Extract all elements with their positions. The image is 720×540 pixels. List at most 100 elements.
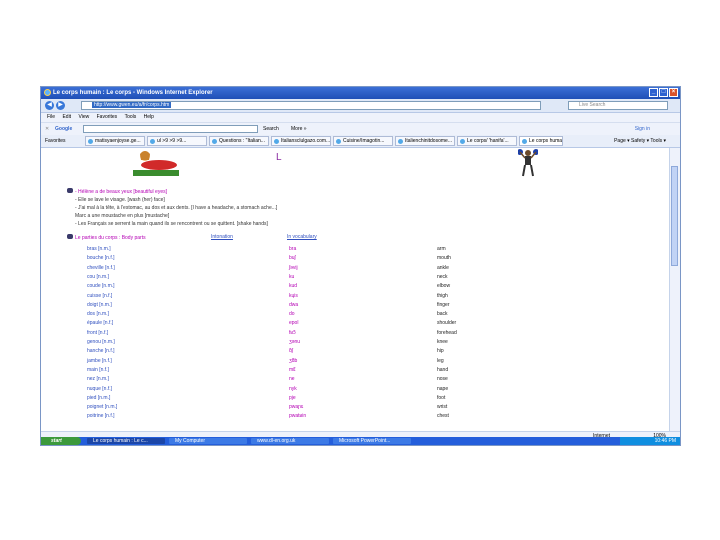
google-more-button[interactable]: More » (291, 123, 307, 135)
intro-line: - Les Français se serrent la main quand … (75, 221, 268, 227)
taskbar-item[interactable]: My Computer (169, 438, 247, 444)
vertical-scrollbar[interactable] (669, 148, 680, 431)
table-cell-french[interactable]: main [n.f.] (87, 366, 109, 375)
table-cell-french[interactable]: coude [n.m.] (87, 282, 115, 291)
intro-line: - Elle se lave le visage. [wash (her) fa… (75, 197, 165, 203)
table-cell-phonetic: kɥis (289, 292, 298, 299)
tab[interactable]: Questions : "Italian... (209, 136, 269, 146)
menu-view[interactable]: View (78, 114, 89, 120)
table-cell-french[interactable]: cuisse [n.f.] (87, 292, 112, 301)
table-cell-french[interactable]: pied [n.m.] (87, 394, 110, 403)
intro-line: - Hélène a de beaux yeux [beautiful eyes… (67, 188, 277, 196)
menu-favorites[interactable]: Favorites (97, 114, 118, 120)
table-cell-english: hip (437, 348, 444, 355)
table-cell-phonetic: mɛ̃ (289, 366, 296, 373)
table-cell-french[interactable]: dos [n.m.] (87, 310, 109, 319)
table-cell-french[interactable]: jambe [n.f.] (87, 357, 112, 366)
sign-in-link[interactable]: Sign in (635, 123, 650, 135)
table-cell-phonetic: ʒɑ̃b (289, 357, 298, 364)
table-cell-english: nose (437, 376, 448, 383)
table-cell-phonetic: ʒənu (289, 339, 301, 345)
table-cell-french[interactable]: nez [n.m.] (87, 375, 109, 384)
table-cell-phonetic: pwaɲɛ (289, 404, 304, 411)
browser-window: Le corps humain : Le corps - Windows Int… (40, 86, 681, 446)
taskbar-item[interactable]: Le corps humain : Le c... (87, 438, 165, 444)
cheerleader-illustration (518, 149, 538, 177)
tab[interactable]: matisyaenjoyse.ge... (85, 136, 145, 146)
minimize-icon[interactable]: _ (649, 88, 658, 97)
intro-examples: - Hélène a de beaux yeux [beautiful eyes… (67, 188, 277, 228)
tab[interactable]: Italienchinitdosome... (395, 136, 455, 146)
table-cell-french[interactable]: poignet [n.m.] (87, 403, 117, 412)
taskbar-item[interactable]: www.dl-en.org.uk (251, 438, 329, 444)
google-search-input[interactable] (83, 125, 258, 133)
section-link-2[interactable]: In vocabulary (287, 234, 317, 240)
title-bar: Le corps humain : Le corps - Windows Int… (41, 87, 680, 99)
table-cell-phonetic: dwa (289, 301, 299, 308)
close-icon[interactable]: × (669, 88, 678, 97)
table-cell-phonetic: ʃəvij (289, 264, 298, 271)
table-cell-phonetic: ne (289, 376, 295, 383)
search-input[interactable]: Live Search (568, 101, 668, 110)
table-row: jambe [n.f.] ʒɑ̃b leg (87, 357, 507, 366)
start-button[interactable]: start (41, 437, 81, 445)
table-cell-phonetic: ku (289, 273, 295, 280)
menu-help[interactable]: Help (144, 114, 154, 120)
table-cell-english: back (437, 311, 448, 318)
intro-line: - J'ai mal à la tête, à l'estomac, au do… (75, 205, 278, 211)
table-row: coude [n.m.] kud elbow (87, 282, 507, 291)
page-letter: L (276, 152, 282, 163)
lady-illustration (133, 151, 179, 176)
back-icon[interactable]: ◀ (45, 101, 54, 110)
table-cell-french[interactable]: genou [n.m.] (87, 338, 115, 347)
table-row: main [n.f.] mɛ̃ hand (87, 366, 507, 375)
table-cell-phonetic: pje (289, 394, 296, 401)
table-cell-english: nape (437, 385, 449, 392)
menu-file[interactable]: File (47, 114, 55, 120)
table-cell-french[interactable]: poitrine [n.f.] (87, 412, 115, 421)
command-bar[interactable]: Page ▾ Safety ▾ Tools ▾ (614, 138, 666, 144)
table-cell-french[interactable]: cheville [n.f.] (87, 264, 115, 273)
table-row: pied [n.m.] pje foot (87, 394, 507, 403)
tab[interactable]: Italiansclulgazo.com... (271, 136, 331, 146)
scrollbar-thumb[interactable] (671, 166, 678, 266)
table-cell-phonetic: kud (289, 283, 298, 290)
table-row: genou [n.m.] ʒənu knee (87, 338, 507, 347)
table-cell-french[interactable]: hanche [n.f.] (87, 347, 115, 356)
tab[interactable]: ul >9 >9 >9... (147, 136, 207, 146)
favorites-button[interactable]: Favorites (45, 138, 66, 144)
speaker-icon[interactable] (67, 188, 73, 193)
window-title: Le corps humain : Le corps - Windows Int… (53, 90, 213, 96)
table-cell-phonetic: do (289, 311, 295, 318)
menu-tools[interactable]: Tools (125, 114, 137, 120)
taskbar-item[interactable]: Microsoft PowerPoint... (333, 438, 411, 444)
table-cell-french[interactable]: nuque [n.f.] (87, 385, 112, 394)
table-cell-french[interactable]: épaule [n.f.] (87, 319, 113, 328)
google-search-button[interactable]: Search (263, 123, 279, 135)
maximize-icon[interactable]: □ (659, 88, 668, 97)
table-cell-french[interactable]: doigt [n.m.] (87, 301, 112, 310)
tab[interactable]: Cuisine/Imagotin... (333, 136, 393, 146)
close-toolbar-icon[interactable]: ✕ (45, 123, 49, 135)
tab-active[interactable]: Le corps humain... (519, 136, 563, 146)
clock: 10:46 PM (654, 438, 676, 444)
table-cell-french[interactable]: bouche [n.f.] (87, 254, 115, 263)
table-row: doigt [n.m.] dwa finger (87, 301, 507, 310)
speaker-icon[interactable] (67, 234, 73, 239)
section-link-1[interactable]: Intonation (211, 234, 233, 240)
table-row: bras [n.m.] bra arm (87, 245, 507, 254)
table-cell-french[interactable]: front [n.f.] (87, 329, 108, 338)
table-row: nez [n.m.] ne nose (87, 375, 507, 384)
table-row: poignet [n.m.] pwaɲɛ wrist (87, 403, 507, 412)
url-input[interactable]: http://www.gwen.eu/a/fr/corps.htm (81, 101, 541, 110)
table-cell-french[interactable]: bras [n.m.] (87, 245, 111, 254)
menu-edit[interactable]: Edit (62, 114, 71, 120)
forward-icon[interactable]: ▶ (56, 101, 65, 110)
table-cell-english: chest (437, 413, 449, 420)
table-cell-phonetic: nyk (289, 385, 297, 392)
table-row: cou [n.m.] ku neck (87, 273, 507, 282)
table-cell-french[interactable]: cou [n.m.] (87, 273, 109, 282)
table-cell-english: arm (437, 246, 446, 252)
table-cell-english: ankle (437, 264, 449, 271)
tab[interactable]: Le corps/ 'hanifa'... (457, 136, 517, 146)
